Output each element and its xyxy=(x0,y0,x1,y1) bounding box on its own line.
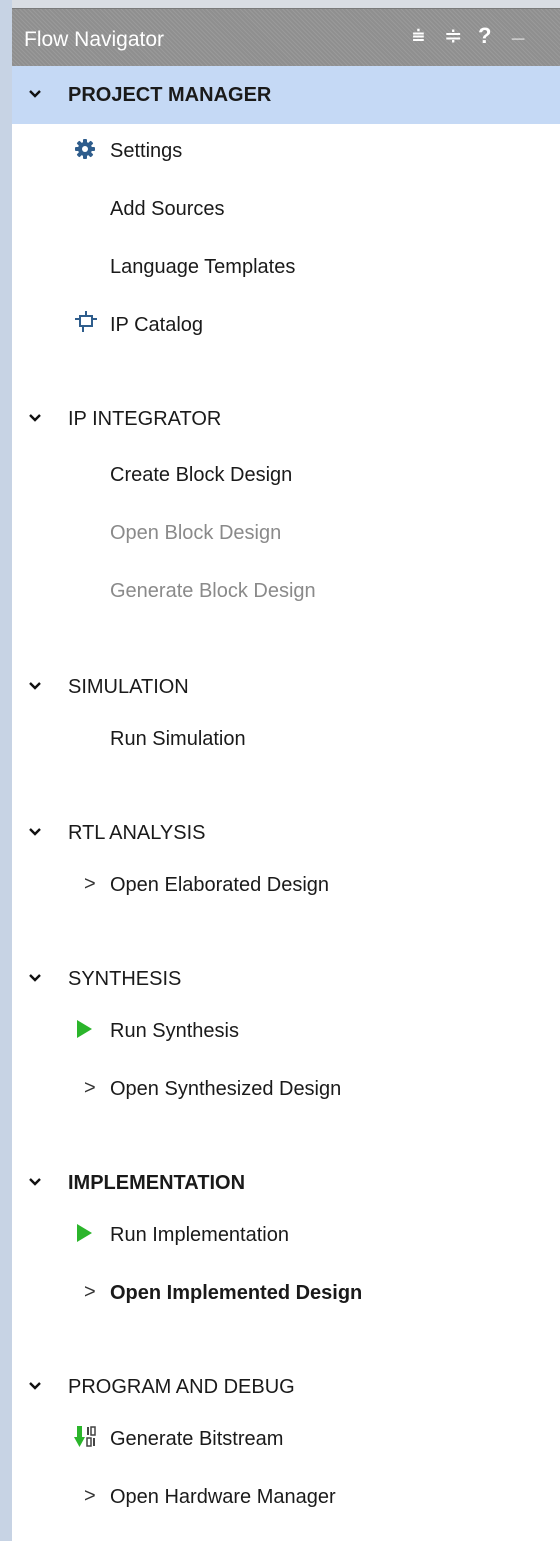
section-ip-integrator[interactable]: IP INTEGRATOR xyxy=(12,390,560,448)
item-label: Settings xyxy=(110,140,183,162)
item-open-elaborated-design[interactable]: > Open Elaborated Design xyxy=(12,858,560,912)
section-implementation[interactable]: IMPLEMENTATION xyxy=(12,1154,560,1212)
chevron-down-icon[interactable] xyxy=(28,971,42,985)
item-label: Generate Bitstream xyxy=(110,1428,284,1450)
item-open-block-design[interactable]: Open Block Design xyxy=(12,506,560,560)
play-icon xyxy=(77,1020,92,1038)
item-ip-catalog[interactable]: IP Catalog xyxy=(12,298,560,352)
panel-left-border xyxy=(0,0,12,1541)
item-label: Open Hardware Manager xyxy=(110,1486,336,1508)
chevron-right-icon[interactable]: > xyxy=(84,873,96,896)
play-icon xyxy=(77,1224,92,1242)
item-create-block-design[interactable]: Create Block Design xyxy=(12,448,560,502)
item-run-simulation[interactable]: Run Simulation xyxy=(12,712,560,766)
chevron-down-icon[interactable] xyxy=(28,1379,42,1393)
item-run-implementation[interactable]: Run Implementation xyxy=(12,1208,560,1262)
expand-collapse-icon[interactable]: ≑ xyxy=(444,23,462,49)
flow-navigator-titlebar: Flow Navigator ⩧ ≑ ? _ xyxy=(12,8,560,66)
chevron-down-icon[interactable] xyxy=(28,1175,42,1189)
section-label: PROJECT MANAGER xyxy=(68,84,272,106)
chevron-right-icon[interactable]: > xyxy=(84,1281,96,1304)
panel-top-strip xyxy=(12,0,560,8)
chevron-right-icon[interactable]: > xyxy=(84,1077,96,1100)
section-label: RTL ANALYSIS xyxy=(68,822,206,844)
section-label: IP INTEGRATOR xyxy=(68,408,222,430)
section-label: SIMULATION xyxy=(68,676,189,698)
section-synthesis[interactable]: SYNTHESIS xyxy=(12,950,560,1008)
item-label: Run Synthesis xyxy=(110,1020,239,1042)
chevron-right-icon[interactable]: > xyxy=(84,1485,96,1508)
section-simulation[interactable]: SIMULATION xyxy=(12,658,560,716)
item-label: Language Templates xyxy=(110,256,296,278)
chevron-down-icon[interactable] xyxy=(28,87,42,101)
section-label: PROGRAM AND DEBUG xyxy=(68,1376,295,1398)
item-label: Open Block Design xyxy=(110,522,282,544)
chevron-down-icon[interactable] xyxy=(28,679,42,693)
chevron-down-icon[interactable] xyxy=(28,825,42,839)
item-label: Run Simulation xyxy=(110,728,246,750)
item-label: Run Implementation xyxy=(110,1224,289,1246)
collapse-all-icon[interactable]: ⩧ xyxy=(412,23,425,49)
item-label: Open Implemented Design xyxy=(110,1282,363,1304)
item-settings[interactable]: Settings xyxy=(12,124,560,178)
item-label: Open Elaborated Design xyxy=(110,874,330,896)
section-program-and-debug[interactable]: PROGRAM AND DEBUG xyxy=(12,1358,560,1416)
gear-icon xyxy=(75,139,95,159)
panel-title: Flow Navigator xyxy=(24,28,165,51)
item-generate-block-design[interactable]: Generate Block Design xyxy=(12,564,560,618)
item-open-implemented-design[interactable]: > Open Implemented Design xyxy=(12,1266,560,1320)
item-generate-bitstream[interactable]: Generate Bitstream xyxy=(12,1412,560,1466)
bitstream-download-icon xyxy=(74,1426,96,1447)
item-language-templates[interactable]: Language Templates xyxy=(12,240,560,294)
section-label: IMPLEMENTATION xyxy=(68,1172,246,1194)
item-label: Generate Block Design xyxy=(110,580,316,602)
help-icon[interactable]: ? xyxy=(478,23,491,49)
section-label: SYNTHESIS xyxy=(68,968,182,990)
item-label: Create Block Design xyxy=(110,464,293,486)
section-project-manager[interactable]: PROJECT MANAGER xyxy=(12,66,560,124)
flow-navigator-panel: Flow Navigator ⩧ ≑ ? _ PROJECT MANAGER S… xyxy=(12,0,560,1541)
item-label: Add Sources xyxy=(110,198,225,220)
minimize-icon[interactable]: _ xyxy=(512,17,524,43)
chevron-down-icon[interactable] xyxy=(28,411,42,425)
item-label: IP Catalog xyxy=(110,314,204,336)
item-label: Open Synthesized Design xyxy=(110,1078,342,1100)
item-add-sources[interactable]: Add Sources xyxy=(12,182,560,236)
ip-chip-icon xyxy=(75,311,97,332)
section-rtl-analysis[interactable]: RTL ANALYSIS xyxy=(12,804,560,862)
item-run-synthesis[interactable]: Run Synthesis xyxy=(12,1004,560,1058)
item-open-synthesized-design[interactable]: > Open Synthesized Design xyxy=(12,1062,560,1116)
item-open-hardware-manager[interactable]: > Open Hardware Manager xyxy=(12,1470,560,1524)
